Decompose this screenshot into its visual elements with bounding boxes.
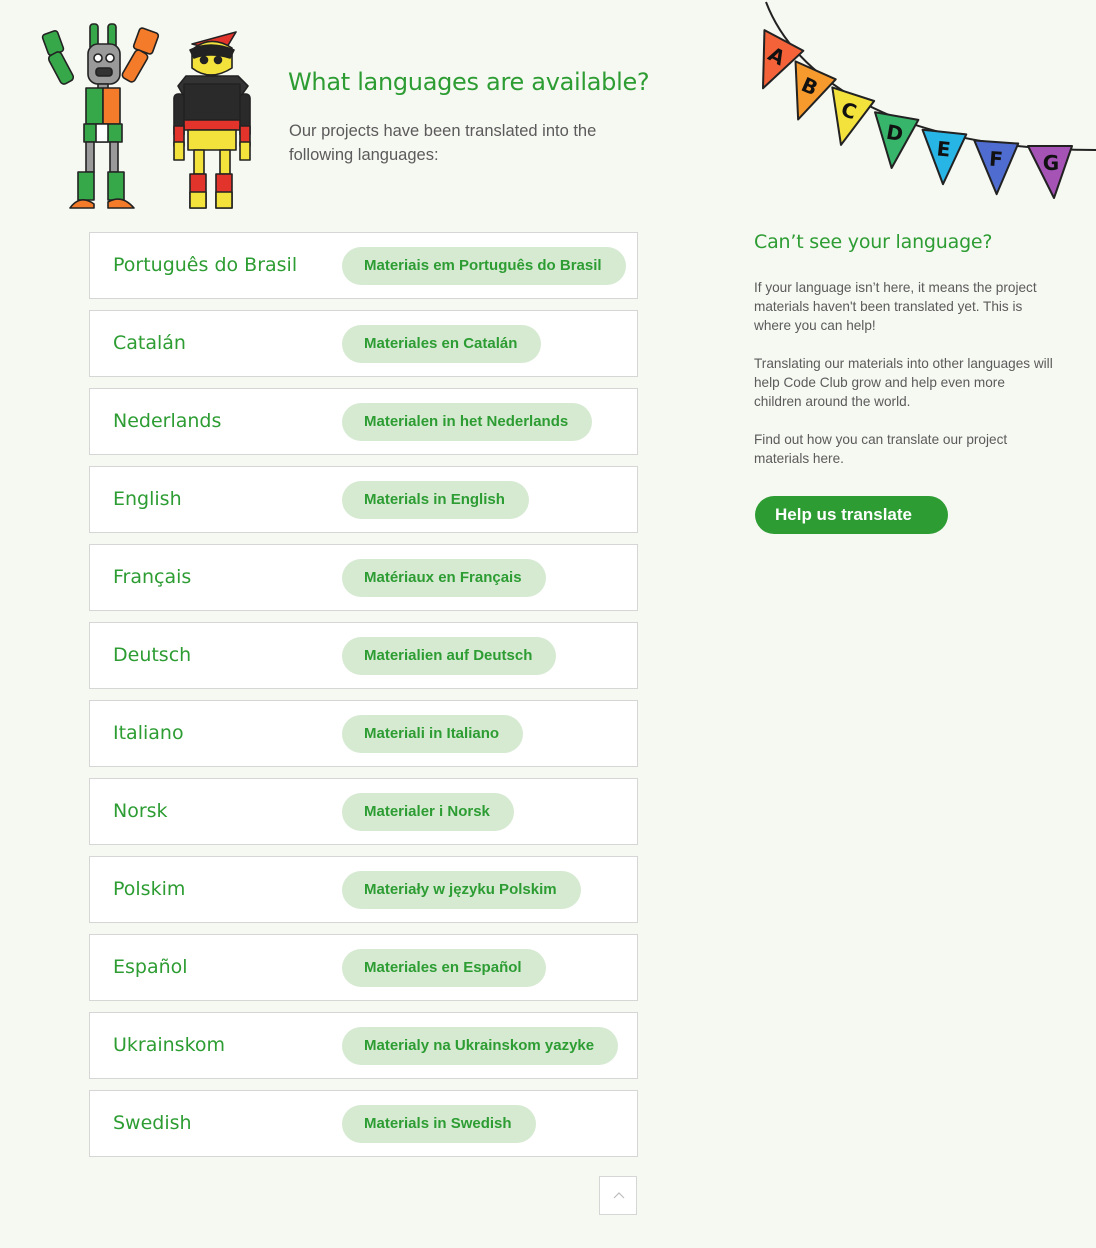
bunting-flag: F [973,139,1020,196]
language-name: Português do Brasil [113,254,298,276]
language-row: Español Materiales en Español [89,934,638,1001]
language-row: Nederlands Materialen in het Nederlands [89,388,638,455]
language-row: Français Matériaux en Français [89,544,638,611]
alphabet-bunting-illustration: ABCDE F G [761,1,1096,199]
language-name: Italiano [113,722,184,744]
bunting-letter: F [988,147,1003,172]
language-materials-button[interactable]: Materiały w języku Polskim [342,871,581,909]
language-row: Polskim Materiały w języku Polskim [89,856,638,923]
language-materials-button[interactable]: Matériaux en Français [342,559,546,597]
help-us-translate-button[interactable]: Help us translate [755,496,948,534]
language-materials-button[interactable]: Materialy na Ukrainskom yazyke [342,1027,619,1065]
language-materials-button[interactable]: Materiali in Italiano [342,715,524,753]
intro-text: Our projects have been translated into t… [289,122,597,164]
language-name: Français [113,566,192,588]
bunting-letter: G [1043,151,1059,175]
bunting-flag: E [921,128,968,186]
bunting-flag: D [874,111,920,169]
language-materials-button[interactable]: Materials in English [342,481,529,519]
language-materials-button[interactable]: Materiales en Catalán [342,325,542,363]
scroll-to-top-button[interactable] [599,1176,637,1215]
language-row: Catalán Materiales en Catalán [89,310,638,377]
sidebar-paragraph: If your language isn’t here, it means th… [754,280,1037,333]
language-row: Swedish Materials in Swedish [89,1090,638,1157]
language-row: Ukrainskom Materialy na Ukrainskom yazyke [89,1012,638,1079]
bunting-flag: B [794,60,837,121]
language-materials-button[interactable]: Materialen in het Nederlands [342,403,593,441]
language-row: English Materials in English [89,466,638,533]
language-materials-button[interactable]: Materials in Swedish [342,1105,536,1143]
language-name: English [113,488,182,510]
language-materials-button[interactable]: Materiais em Português do Brasil [342,247,626,285]
language-row: Deutsch Materialien auf Deutsch [89,622,638,689]
language-name: Español [113,956,188,978]
bunting-flag: C [831,86,876,146]
language-name: Swedish [113,1112,192,1134]
language-materials-button[interactable]: Materialien auf Deutsch [342,637,557,675]
language-name: Polskim [113,878,186,900]
language-row: Português do Brasil Materiais em Portuguê… [89,232,638,299]
language-materials-button[interactable]: Materialer i Norsk [342,793,514,831]
sidebar-paragraph: Find out how you can translate our proje… [754,432,1008,466]
chevron-up-icon [613,1192,625,1199]
bunting-letter: E [936,136,952,161]
language-name: Catalán [113,332,186,354]
language-name: Deutsch [113,644,192,666]
language-name: Norsk [113,800,168,822]
page-title: What languages are available? [288,68,650,96]
language-name: Nederlands [113,410,222,432]
language-list: Português do Brasil Materiais em Portuguê… [89,232,638,1168]
language-row: Italiano Materiali in Italiano [89,700,638,767]
sidebar-paragraph: Translating our materials into other lan… [754,356,1053,409]
bunting-flag: G [1027,145,1073,199]
language-name: Ukrainskom [113,1034,226,1056]
language-row: Norsk Materialer i Norsk [89,778,638,845]
language-materials-button[interactable]: Materiales en Español [342,949,546,987]
robot-illustration [41,23,251,209]
sidebar-title: Can’t see your language? [754,231,993,253]
